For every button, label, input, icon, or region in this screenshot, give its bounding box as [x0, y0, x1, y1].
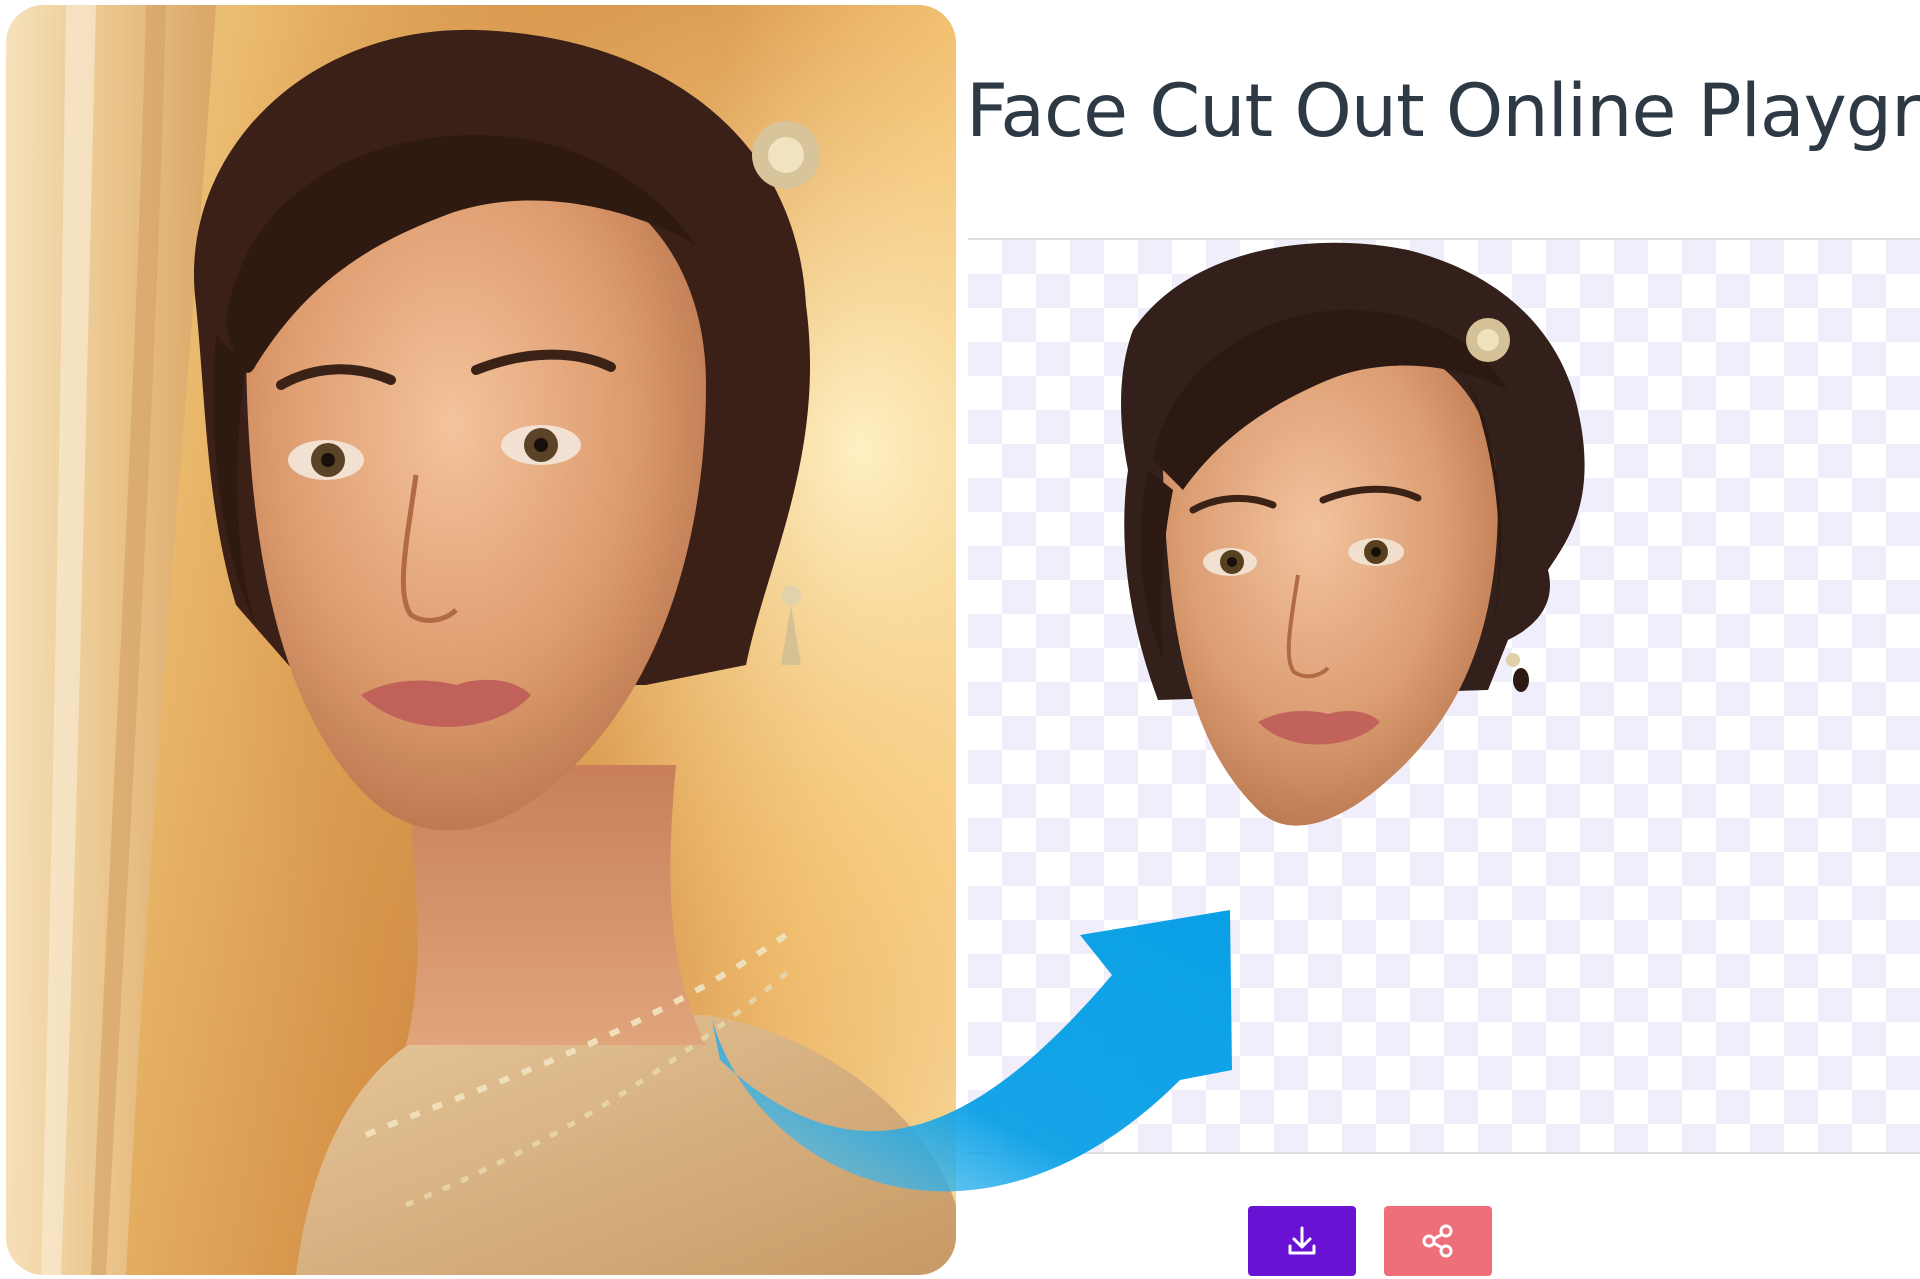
portrait-illustration [6, 5, 956, 1275]
original-portrait-photo [6, 5, 956, 1275]
face-cutout-comparison: Face Cut Out Online Playground [0, 0, 1920, 1279]
download-button[interactable] [1248, 1206, 1356, 1276]
page-title: Face Cut Out Online Playground [966, 69, 1920, 154]
download-icon [1288, 1226, 1316, 1255]
share-button[interactable] [1384, 1206, 1492, 1276]
share-icon [1422, 1224, 1453, 1258]
face-cutout-image [1121, 242, 1585, 826]
playground-panel: Face Cut Out Online Playground [956, 0, 1920, 1279]
result-actions [1248, 1206, 1508, 1276]
cutout-result-canvas [968, 238, 1920, 1154]
